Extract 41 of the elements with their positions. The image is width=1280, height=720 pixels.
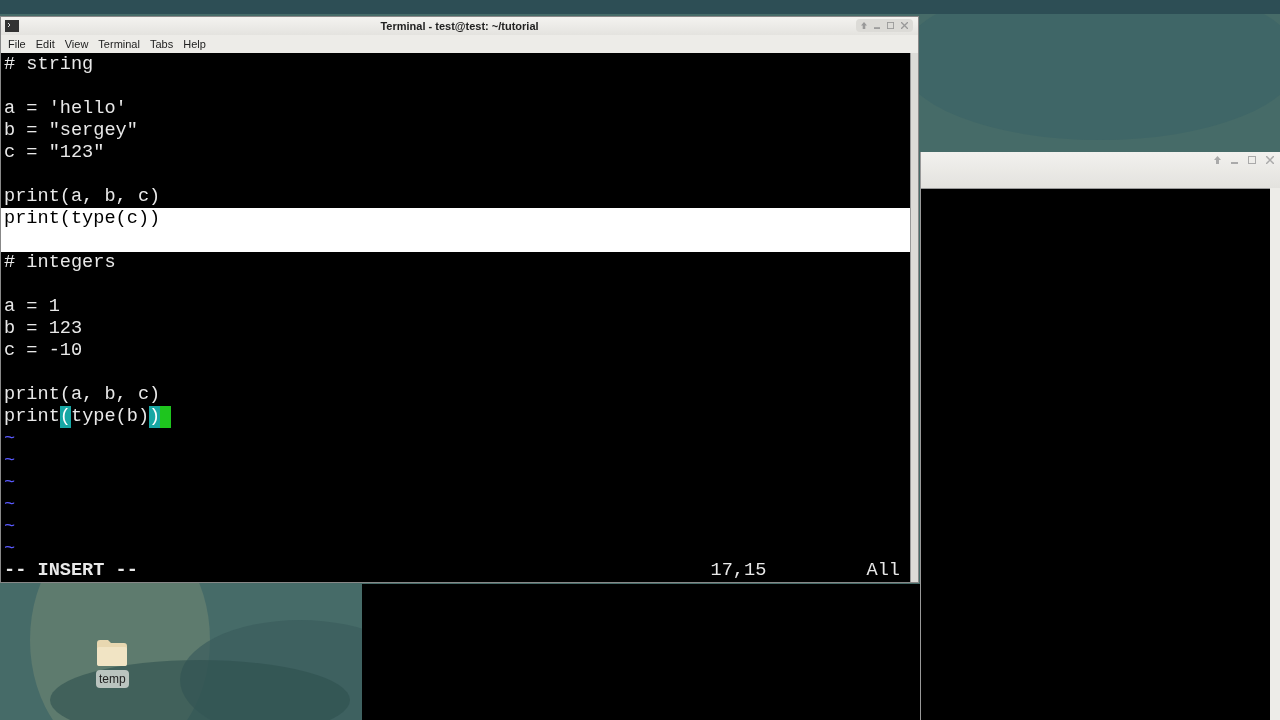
cursor-position: 17,15: [710, 560, 768, 582]
icon-label[interactable]: temp: [96, 670, 129, 688]
menu-item[interactable]: Help: [178, 35, 211, 52]
empty-line-marker: ~: [4, 428, 16, 450]
close-icon[interactable]: [1266, 156, 1274, 164]
empty-line-marker: ~: [4, 450, 16, 472]
code-text: b = "sergey": [4, 120, 138, 142]
empty-line-marker: ~: [4, 516, 16, 538]
maximize-icon[interactable]: [887, 22, 894, 30]
code-text: # string: [4, 54, 94, 76]
maximize-icon[interactable]: [1248, 156, 1256, 164]
text-cursor: [160, 406, 172, 428]
mode-indicator: -- INSERT --: [4, 560, 138, 582]
window-title: Terminal - test@test: ~/tutorial: [380, 18, 539, 34]
menu-item[interactable]: File: [3, 35, 31, 52]
code-text: a = 'hello': [4, 98, 127, 120]
code-text: b = 123: [4, 318, 83, 340]
folder-icon[interactable]: [97, 640, 128, 666]
terminal-icon: [5, 19, 19, 32]
empty-line-marker: ~: [4, 538, 16, 560]
menu-item[interactable]: View: [59, 35, 94, 52]
raise-icon[interactable]: [861, 22, 867, 30]
empty-line-marker: ~: [4, 494, 16, 516]
menu-item[interactable]: Edit: [30, 35, 60, 52]
bracket-match: (: [59, 406, 71, 428]
code-text: c = "123": [4, 142, 105, 164]
code-text: print(type(c)): [4, 208, 161, 230]
empty-line-marker: ~: [4, 472, 16, 494]
code-text: print: [4, 406, 60, 428]
menu-item[interactable]: Tabs: [144, 35, 179, 52]
code-text: # integers: [4, 252, 116, 274]
close-icon[interactable]: [901, 22, 908, 30]
code-text: print(a, b, c): [4, 384, 161, 406]
raise-icon[interactable]: [1214, 156, 1221, 164]
code-text: a = 1: [4, 296, 60, 318]
code-text: print(a, b, c): [4, 186, 161, 208]
bracket-match: ): [149, 406, 161, 428]
menu-item[interactable]: Terminal: [93, 35, 145, 52]
code-text: type(b): [70, 406, 150, 428]
scroll-indicator: All: [866, 560, 900, 582]
code-text: c = -10: [4, 340, 83, 362]
